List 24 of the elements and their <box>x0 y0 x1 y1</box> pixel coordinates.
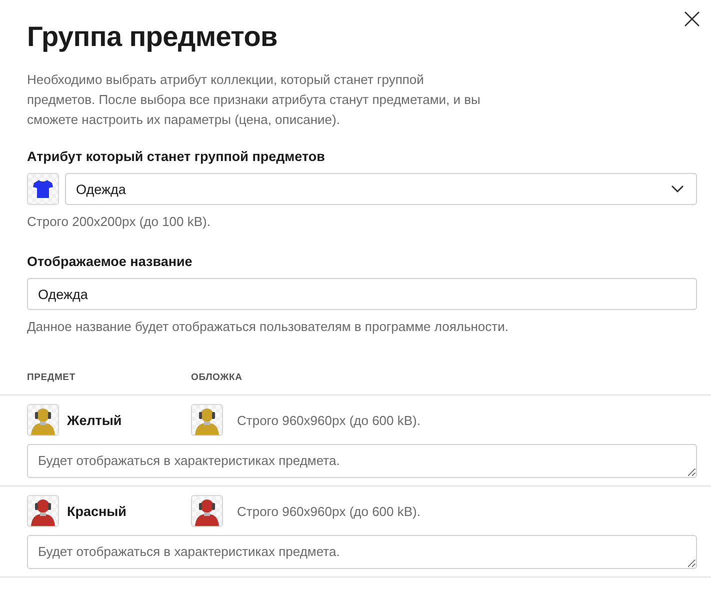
field-label: Атрибут который станет группой предметов <box>27 148 326 166</box>
hint-text: Строго 960x960px (до 600 kB). <box>237 504 420 518</box>
field-label: Отображаемое название <box>27 253 194 271</box>
hint-text: Строго 960x960px (до 600 kB). <box>237 412 420 428</box>
column-header: ПРЕДМЕТ <box>27 372 76 383</box>
cover-thumbnail[interactable] <box>191 404 223 436</box>
description-field[interactable]: Будет отображаться в характеристиках предмета. <box>27 535 697 569</box>
item-name: Красный <box>67 504 126 518</box>
input-field[interactable]: Одежда <box>27 278 697 310</box>
description: Необходимо выбрать атрибут коллекции, который станет группой предметов. После выбора все признаки атрибута станут предметами, и вы сможете настроить их параметры (цена, описание). <box>27 71 482 129</box>
cover-thumbnail[interactable] <box>191 495 223 527</box>
description-field[interactable]: Будет отображаться в характеристиках предмета. <box>27 444 697 478</box>
hint-text: Данное название будет отображаться пользователям в программе лояльности. <box>27 318 510 336</box>
item-name: Желтый <box>67 412 122 428</box>
attribute-dropdown[interactable]: Одежда <box>65 173 697 205</box>
dialog-title: Группа предметов <box>27 20 278 54</box>
t-shirt-icon <box>33 180 53 198</box>
item-thumbnail[interactable] <box>27 495 59 527</box>
chevron-down-icon <box>671 185 684 193</box>
item-thumbnail[interactable] <box>27 404 59 436</box>
image-thumbnail[interactable] <box>27 173 59 205</box>
hint-text: Строго 200x200px (до 100 kB). <box>27 213 212 231</box>
column-header: ОБЛОЖКА <box>191 372 244 383</box>
close-icon <box>684 11 700 27</box>
